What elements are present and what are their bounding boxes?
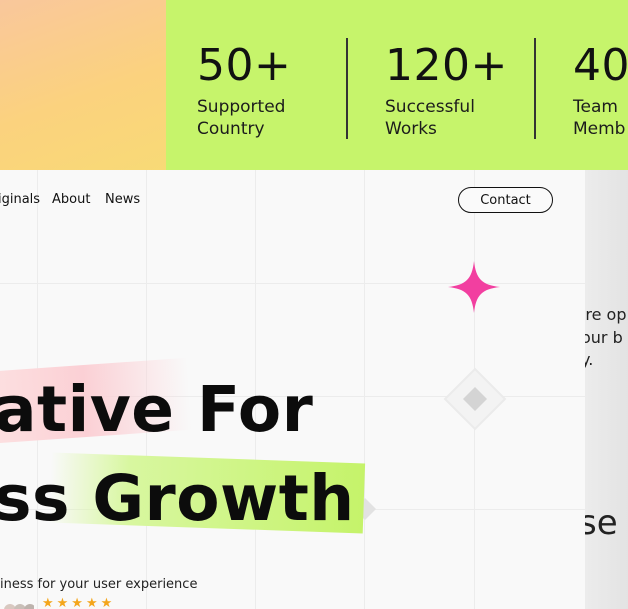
side-text-line: y. <box>585 350 594 369</box>
side-text-line: 're op <box>585 305 627 324</box>
stat-divider <box>534 38 536 139</box>
stat-label: Supported <box>197 97 286 117</box>
website-preview: iginals About News Contact ative For ss … <box>0 170 585 609</box>
side-panel: 're op our b y. se <box>585 170 628 609</box>
stat-countries: 50+ Supported Country <box>197 40 291 140</box>
stat-number: 40 <box>573 40 628 91</box>
stat-works: 120+ Successful Works <box>385 40 508 140</box>
nav-link-about[interactable]: About <box>52 192 90 207</box>
nav-link-originals[interactable]: iginals <box>0 192 40 207</box>
diamond-icon <box>443 367 507 431</box>
side-text-line: our b <box>585 328 623 347</box>
rating-stars-icon: ★★★★★ <box>42 596 116 609</box>
top-gradient-card <box>0 0 166 172</box>
stat-team: 40 Team Memb <box>573 40 628 140</box>
sparkle-icon <box>448 261 500 313</box>
nav-link-news[interactable]: News <box>105 192 140 207</box>
stats-panel: 50+ Supported Country 120+ Successful Wo… <box>166 0 628 170</box>
stat-label: Successful <box>385 97 475 117</box>
stat-number: 50+ <box>197 40 292 91</box>
stat-label: Team <box>573 97 618 117</box>
hero-headline-line1: ative For <box>0 373 314 446</box>
stat-number: 120+ <box>385 40 508 91</box>
hero-tagline: iness for your user experience <box>0 577 198 592</box>
stat-divider <box>346 38 348 139</box>
stat-label: Memb <box>573 119 626 139</box>
stat-label: Works <box>385 119 437 139</box>
avatar-group-icon <box>4 604 34 609</box>
side-heading-fragment: se <box>585 503 618 543</box>
contact-button[interactable]: Contact <box>458 187 553 213</box>
stat-label: Country <box>197 119 265 139</box>
grid-line <box>364 170 365 609</box>
hero-headline-line2: ss Growth <box>0 462 355 535</box>
